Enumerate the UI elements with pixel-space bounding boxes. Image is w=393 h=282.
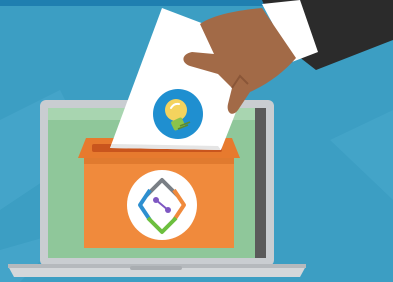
bulb-glass [165, 99, 187, 121]
laptop-notch [130, 266, 182, 270]
illustration-scene [0, 0, 393, 282]
ballot-box-front-shadow [84, 158, 234, 164]
tech-logo-icon [127, 170, 197, 240]
voting-illustration [0, 0, 393, 282]
laptop-screen-edge [255, 108, 266, 258]
